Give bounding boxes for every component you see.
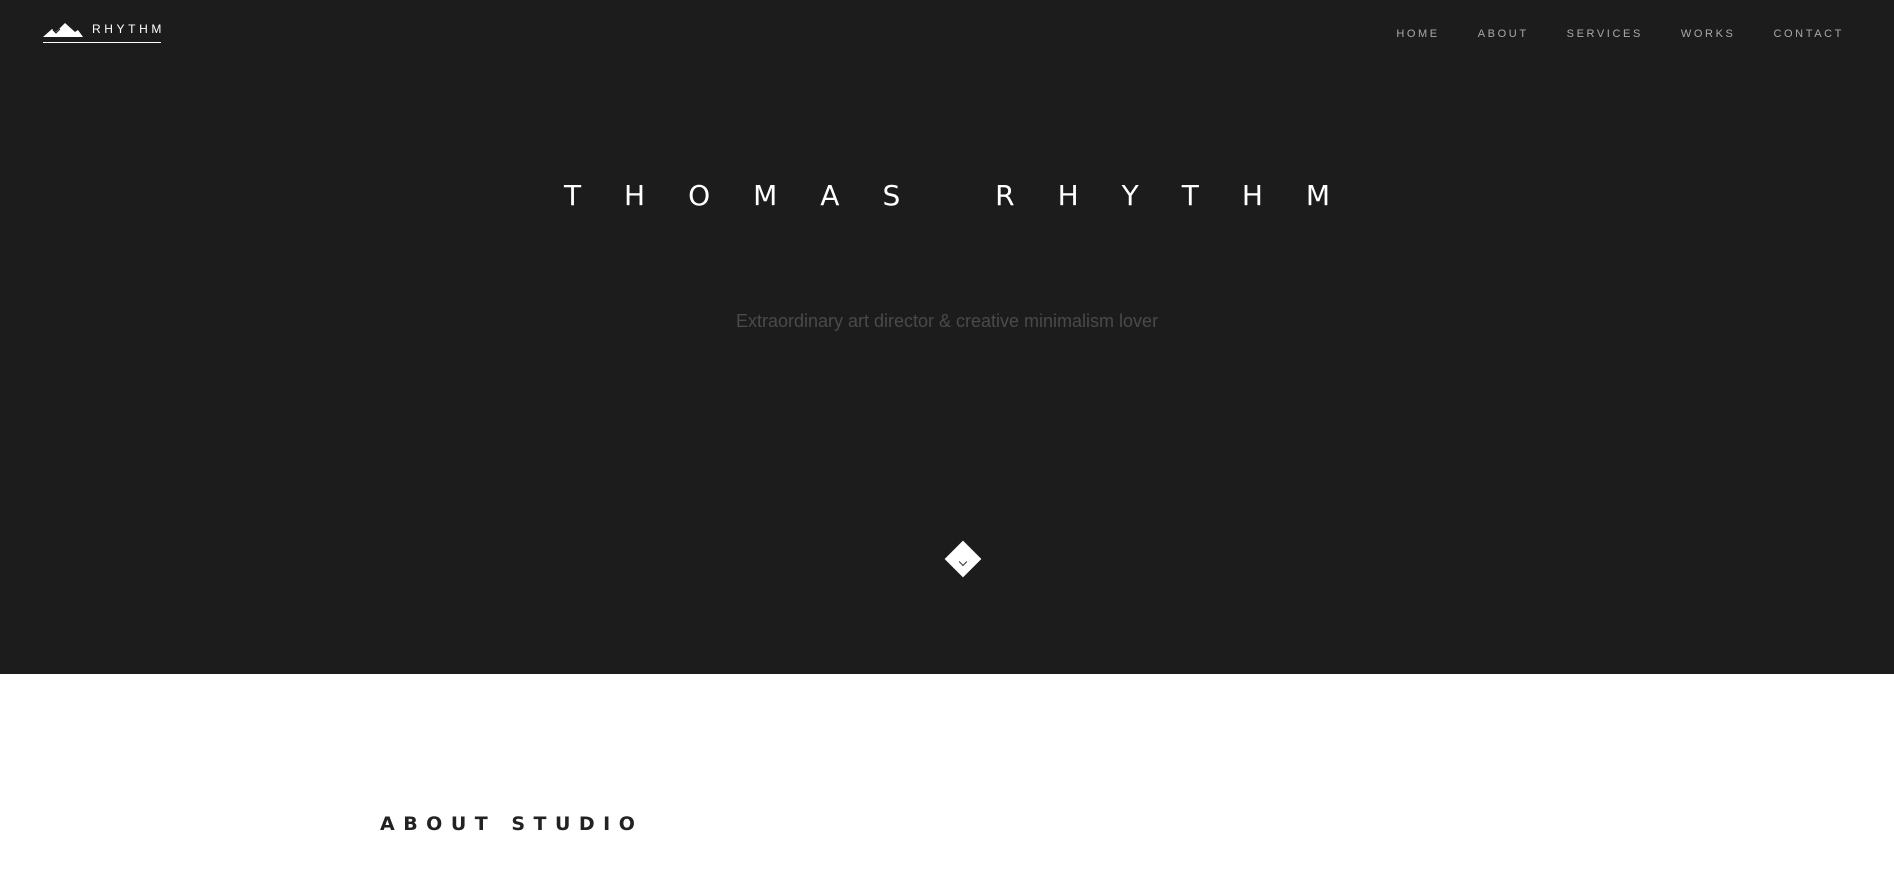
logo-link[interactable]: RHYTHM — [43, 22, 165, 43]
nav-services[interactable]: SERVICES — [1567, 28, 1643, 40]
nav-about[interactable]: ABOUT — [1478, 28, 1529, 40]
nav-contact[interactable]: CONTACT — [1773, 28, 1844, 40]
mountain-icon — [43, 23, 83, 37]
nav-home[interactable]: HOME — [1396, 28, 1439, 40]
about-heading: ABOUT STUDIO — [380, 813, 644, 835]
logo-underline — [43, 42, 161, 43]
main-nav: HOME ABOUT SERVICES WORKS CONTACT — [1358, 28, 1844, 40]
logo-text: RHYTHM — [92, 22, 165, 36]
hero-subtitle: Extraordinary art director & creative mi… — [735, 311, 1159, 331]
nav-works[interactable]: WORKS — [1681, 28, 1736, 40]
hero-title: THOMAS RHYTHM — [563, 179, 1374, 212]
scroll-down-button[interactable] — [944, 540, 982, 578]
chevron-down-icon — [958, 557, 968, 567]
hero-section: RHYTHM HOME ABOUT SERVICES WORKS CONTACT… — [0, 0, 1894, 674]
